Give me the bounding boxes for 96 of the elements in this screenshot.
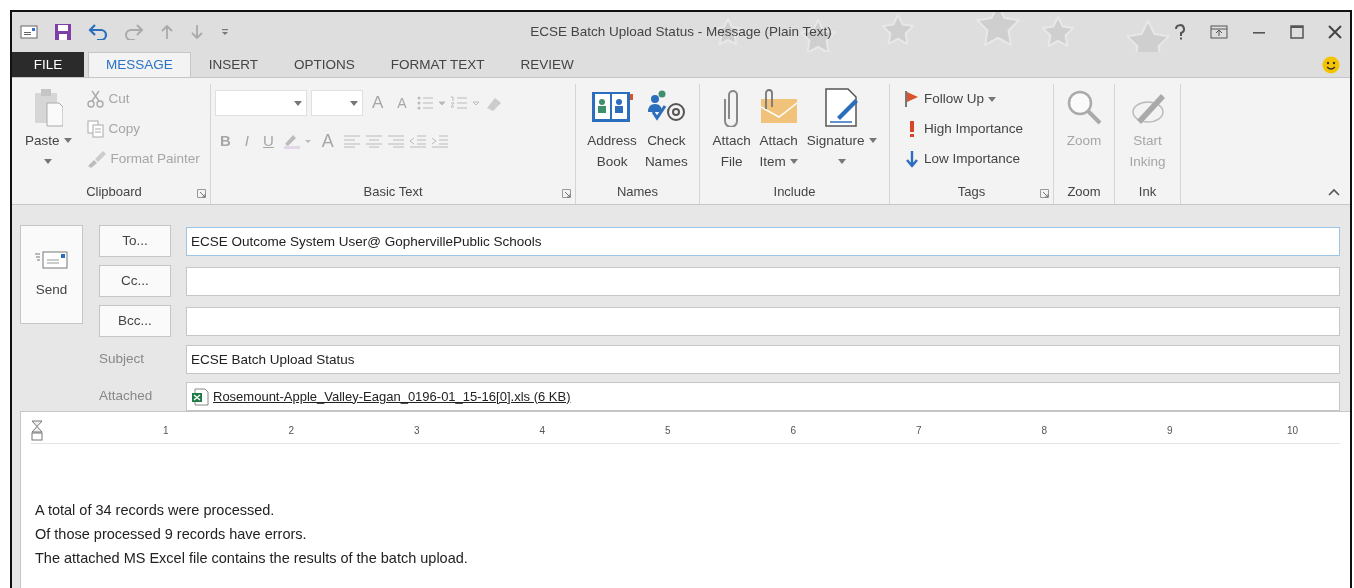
align-right-icon[interactable] (386, 134, 405, 148)
close-icon[interactable] (1328, 25, 1342, 39)
maximize-icon[interactable] (1290, 25, 1304, 39)
recipient-field[interactable]: ECSE Outcome System User@ GophervillePublic Schools (186, 226, 1340, 256)
copy-icon (86, 120, 105, 138)
people-at-sign-icon (645, 90, 688, 124)
field-label: Attached (99, 387, 154, 406)
document-pen-icon (822, 87, 861, 127)
group-label: Tags (956, 183, 987, 201)
up-arrow-icon[interactable] (160, 24, 174, 40)
align-left-icon[interactable] (342, 134, 361, 148)
envelope-icon (33, 248, 70, 271)
ribbon-tab[interactable]: MESSAGE (88, 52, 191, 78)
ribbon-tab[interactable]: REVIEW (502, 52, 592, 78)
undo-icon[interactable] (88, 24, 108, 40)
ribbon-button[interactable]: Paste (22, 84, 75, 182)
subject-field[interactable]: ECSE Batch Upload Status (186, 345, 1340, 374)
message-line: The attached MS Excel file contains the results of the batch upload. (35, 549, 469, 568)
message-line: A total of 34 records were processed. (35, 501, 276, 520)
down-arrow-icon (904, 150, 920, 168)
dropdown-caret-icon (350, 100, 358, 106)
ribbon-button[interactable]: High Importance (902, 114, 1026, 144)
ruler-number: 5 (663, 424, 671, 438)
brush-icon (86, 150, 107, 168)
dropdown-caret-icon (837, 159, 846, 164)
ruler-number: 10 (1285, 424, 1298, 438)
ruler-number: 9 (1165, 424, 1173, 438)
ribbon-button[interactable]: Attach Item (755, 84, 802, 182)
file-tab[interactable]: FILE (12, 52, 84, 78)
message-line: Of those processed 9 records have errors. (35, 525, 308, 544)
font-name-field[interactable] (215, 90, 307, 116)
address-book-icon (591, 90, 634, 124)
group-label: Basic Text (362, 183, 424, 201)
ruler-number: 7 (914, 424, 922, 438)
mail-icon[interactable] (20, 25, 38, 39)
numbering-icon[interactable] (449, 95, 480, 111)
font-size-field[interactable] (311, 90, 363, 116)
dropdown-caret-icon (789, 159, 798, 164)
ribbon-tab[interactable]: OPTIONS (276, 52, 373, 78)
recipient-field[interactable] (186, 306, 1340, 336)
send-button[interactable]: Send (20, 225, 83, 324)
flag-icon (904, 90, 920, 108)
address-button[interactable]: Bcc... (99, 305, 171, 337)
align-center-icon[interactable] (364, 134, 383, 148)
customize-icon[interactable] (220, 27, 230, 37)
magnifier-icon (1065, 88, 1103, 126)
ruler-number: 4 (538, 424, 545, 438)
dialog-launcher-icon[interactable] (197, 189, 206, 198)
paste-icon (33, 87, 64, 127)
paperclip-icon (722, 87, 741, 127)
smiley-icon[interactable] (1322, 56, 1340, 74)
spreadsheet-icon (191, 387, 209, 406)
ruler-number: 1 (161, 424, 169, 438)
save-icon[interactable] (54, 23, 72, 41)
decrease-indent-icon[interactable] (408, 134, 427, 148)
group-label: Names (615, 183, 660, 201)
field-label: Subject (99, 350, 146, 369)
scissors-icon (86, 90, 105, 108)
dropdown-caret-icon (294, 100, 302, 106)
attachment-link[interactable]: Rosemount-Apple_Valley-Eagan_0196-01_15-16[0].xls (6 KB) (213, 386, 571, 407)
dialog-launcher-icon[interactable] (1040, 189, 1049, 198)
ruler-number: 3 (412, 424, 420, 438)
indent-marker-icon[interactable] (31, 419, 43, 442)
recipient-field[interactable] (186, 266, 1340, 296)
redo-icon[interactable] (124, 24, 144, 40)
envelope-paperclip-icon (758, 89, 799, 125)
bullets-icon[interactable] (415, 95, 446, 111)
dropdown-caret-icon (63, 138, 72, 143)
collapse-ribbon-icon[interactable] (1328, 188, 1340, 196)
ribbon-button[interactable]: Low Importance (902, 144, 1026, 174)
ribbon-tab[interactable]: FORMAT TEXT (372, 52, 503, 78)
ribbon-button[interactable]: Attach File (709, 84, 754, 182)
dropdown-caret-icon (868, 138, 877, 143)
ribbon-button[interactable]: Signature (803, 84, 880, 182)
ribbon-tab[interactable]: INSERT (190, 52, 277, 78)
ruler-number: 6 (789, 424, 796, 438)
group-label: Zoom (1066, 183, 1102, 201)
ribbon-display-icon[interactable] (1210, 25, 1228, 39)
dropdown-caret-icon (988, 96, 997, 102)
address-button[interactable]: Cc... (99, 265, 171, 297)
help-icon[interactable] (1174, 24, 1186, 40)
dropdown-caret-icon (44, 159, 53, 164)
ruler-number: 2 (287, 424, 294, 438)
group-label: Clipboard (85, 183, 143, 201)
ribbon-button[interactable]: Address Book (584, 84, 640, 182)
window-title: ECSE Batch Upload Status - Message (Plain Text) (530, 22, 832, 41)
ruler-number: 8 (1040, 424, 1047, 438)
ribbon-button[interactable]: Follow Up (902, 84, 1026, 114)
ribbon-button[interactable]: Check Names (641, 84, 691, 182)
group-label: Ink (1137, 183, 1158, 201)
group-label: Include (772, 183, 817, 201)
increase-indent-icon[interactable] (430, 134, 449, 148)
down-arrow-icon[interactable] (190, 24, 204, 40)
address-button[interactable]: To... (99, 225, 171, 257)
attachment-field[interactable]: Rosemount-Apple_Valley-Eagan_0196-01_15-16[0].xls (6 KB) (186, 382, 1340, 411)
highlight-icon[interactable] (282, 132, 313, 150)
